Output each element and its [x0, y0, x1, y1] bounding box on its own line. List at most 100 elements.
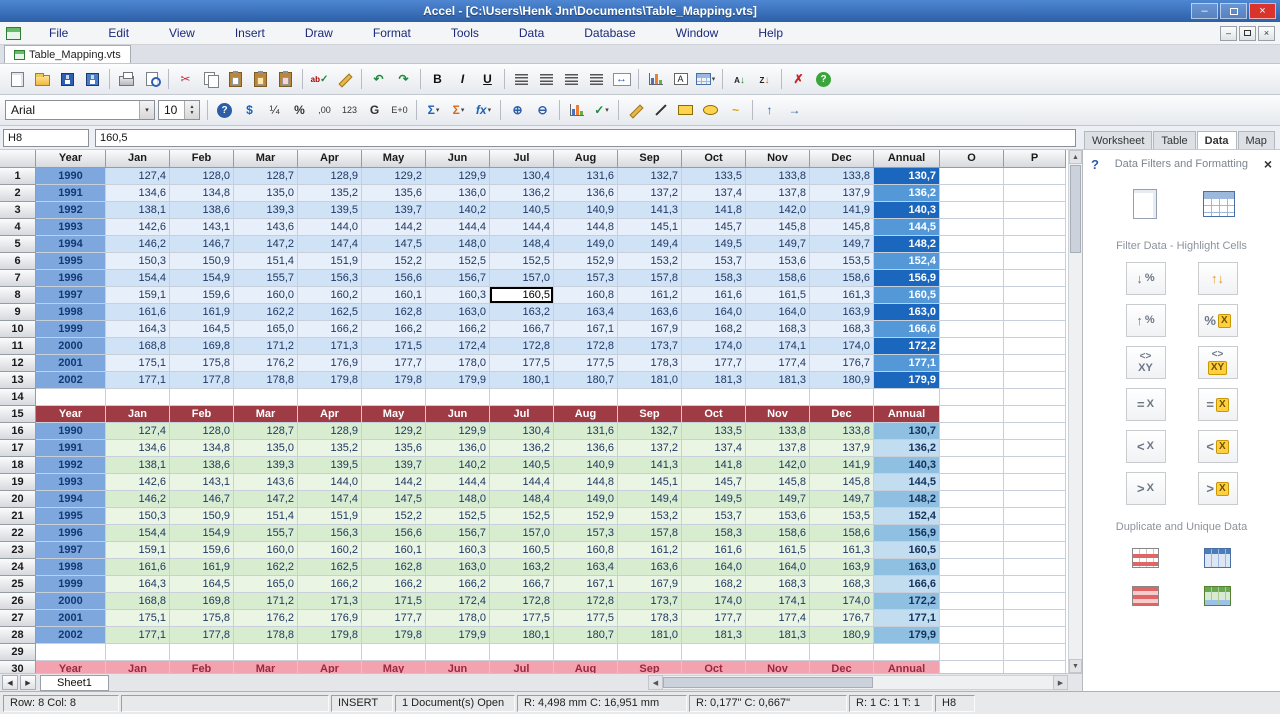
value-cell[interactable]: 173,7: [618, 338, 682, 355]
value-cell[interactable]: 176,7: [810, 355, 874, 372]
value-cell[interactable]: 152,5: [426, 508, 490, 525]
year-cell[interactable]: 1993: [36, 474, 106, 491]
year-cell[interactable]: 1992: [36, 457, 106, 474]
value-cell[interactable]: 128,7: [234, 423, 298, 440]
value-cell[interactable]: 161,5: [746, 287, 810, 304]
row-header[interactable]: 22: [0, 525, 36, 542]
value-cell[interactable]: 177,7: [362, 355, 426, 372]
table-header-cell[interactable]: Sep: [618, 661, 682, 673]
value-cell[interactable]: 174,0: [682, 593, 746, 610]
cell[interactable]: [940, 440, 1004, 457]
value-cell[interactable]: 162,8: [362, 304, 426, 321]
sheet-nav-left-icon[interactable]: ◀: [2, 675, 18, 690]
column-header-Jul[interactable]: Jul: [490, 150, 554, 168]
table-header-cell[interactable]: Nov: [746, 661, 810, 673]
cell[interactable]: [618, 644, 682, 661]
row-header[interactable]: 18: [0, 457, 36, 474]
table-header-cell[interactable]: Nov: [746, 406, 810, 423]
value-cell[interactable]: 156,7: [426, 525, 490, 542]
value-cell[interactable]: 152,9: [554, 253, 618, 270]
year-cell[interactable]: 1994: [36, 491, 106, 508]
value-cell[interactable]: 143,1: [170, 474, 234, 491]
value-cell[interactable]: 145,8: [810, 219, 874, 236]
new-document-button[interactable]: [5, 67, 30, 91]
value-cell[interactable]: 142,6: [106, 219, 170, 236]
cell[interactable]: [940, 593, 1004, 610]
value-cell[interactable]: 171,5: [362, 338, 426, 355]
paste-special-button[interactable]: [248, 67, 273, 91]
cell[interactable]: [554, 389, 618, 406]
scroll-down-icon[interactable]: ▼: [1069, 659, 1082, 673]
insert-function-button[interactable]: fx▾: [471, 98, 496, 122]
table-header-cell[interactable]: Oct: [682, 661, 746, 673]
annual-cell[interactable]: 136,2: [874, 185, 940, 202]
value-cell[interactable]: 172,4: [426, 593, 490, 610]
value-cell[interactable]: 174,1: [746, 338, 810, 355]
cell-reference-box[interactable]: H8: [3, 129, 89, 147]
value-cell[interactable]: 180,7: [554, 372, 618, 389]
cell[interactable]: [1004, 627, 1066, 644]
chart-button[interactable]: [564, 98, 589, 122]
selected-cell[interactable]: 160,5: [490, 287, 554, 304]
delete-button[interactable]: ✗: [786, 67, 811, 91]
value-cell[interactable]: 160,8: [554, 542, 618, 559]
scroll-up-icon[interactable]: ▲: [1069, 150, 1082, 164]
table-header-cell[interactable]: Mar: [234, 661, 298, 673]
cell[interactable]: [554, 644, 618, 661]
value-cell[interactable]: 153,7: [682, 253, 746, 270]
value-cell[interactable]: 164,0: [746, 559, 810, 576]
cell[interactable]: [746, 389, 810, 406]
panel-tab-table[interactable]: Table: [1153, 131, 1195, 149]
value-cell[interactable]: 179,9: [426, 627, 490, 644]
cell[interactable]: [746, 644, 810, 661]
draw-curve-button[interactable]: ~: [723, 98, 748, 122]
mdi-restore-button[interactable]: [1239, 26, 1256, 41]
value-cell[interactable]: 166,7: [490, 321, 554, 338]
value-cell[interactable]: 150,9: [170, 253, 234, 270]
value-cell[interactable]: 140,5: [490, 202, 554, 219]
table-header-cell[interactable]: May: [362, 661, 426, 673]
value-cell[interactable]: 145,1: [618, 474, 682, 491]
annual-cell[interactable]: 144,5: [874, 474, 940, 491]
draw-pencil-button[interactable]: [623, 98, 648, 122]
value-cell[interactable]: 168,8: [106, 338, 170, 355]
value-cell[interactable]: 144,8: [554, 474, 618, 491]
value-cell[interactable]: 134,6: [106, 185, 170, 202]
value-cell[interactable]: 174,1: [746, 593, 810, 610]
row-header[interactable]: 29: [0, 644, 36, 661]
value-cell[interactable]: 178,8: [234, 627, 298, 644]
cell[interactable]: [1004, 321, 1066, 338]
row-header[interactable]: 4: [0, 219, 36, 236]
draw-line-button[interactable]: [648, 98, 673, 122]
annual-cell[interactable]: 160,5: [874, 287, 940, 304]
cell[interactable]: [1004, 508, 1066, 525]
row-header[interactable]: 9: [0, 304, 36, 321]
value-cell[interactable]: 176,2: [234, 610, 298, 627]
highlight-less-button[interactable]: <X: [1198, 430, 1238, 463]
year-cell[interactable]: 1999: [36, 576, 106, 593]
row-header[interactable]: 20: [0, 491, 36, 508]
value-cell[interactable]: 149,7: [746, 491, 810, 508]
value-cell[interactable]: 144,4: [426, 474, 490, 491]
cell[interactable]: [940, 287, 1004, 304]
value-cell[interactable]: 175,8: [170, 355, 234, 372]
annual-cell[interactable]: 152,4: [874, 508, 940, 525]
value-cell[interactable]: 136,2: [490, 185, 554, 202]
row-header[interactable]: 28: [0, 627, 36, 644]
value-cell[interactable]: 155,7: [234, 270, 298, 287]
value-cell[interactable]: 164,5: [170, 321, 234, 338]
year-cell[interactable]: 2002: [36, 372, 106, 389]
year-cell[interactable]: 1996: [36, 525, 106, 542]
horizontal-scrollbar-track[interactable]: [663, 675, 1053, 690]
column-header-Mar[interactable]: Mar: [234, 150, 298, 168]
row-header[interactable]: 21: [0, 508, 36, 525]
value-cell[interactable]: 148,4: [490, 236, 554, 253]
value-cell[interactable]: 153,5: [810, 253, 874, 270]
cell[interactable]: [940, 525, 1004, 542]
cell[interactable]: [426, 644, 490, 661]
column-header-Year[interactable]: Year: [36, 150, 106, 168]
justify-button[interactable]: [584, 67, 609, 91]
value-cell[interactable]: 136,0: [426, 440, 490, 457]
table-header-cell[interactable]: Feb: [170, 406, 234, 423]
year-cell[interactable]: 2002: [36, 627, 106, 644]
